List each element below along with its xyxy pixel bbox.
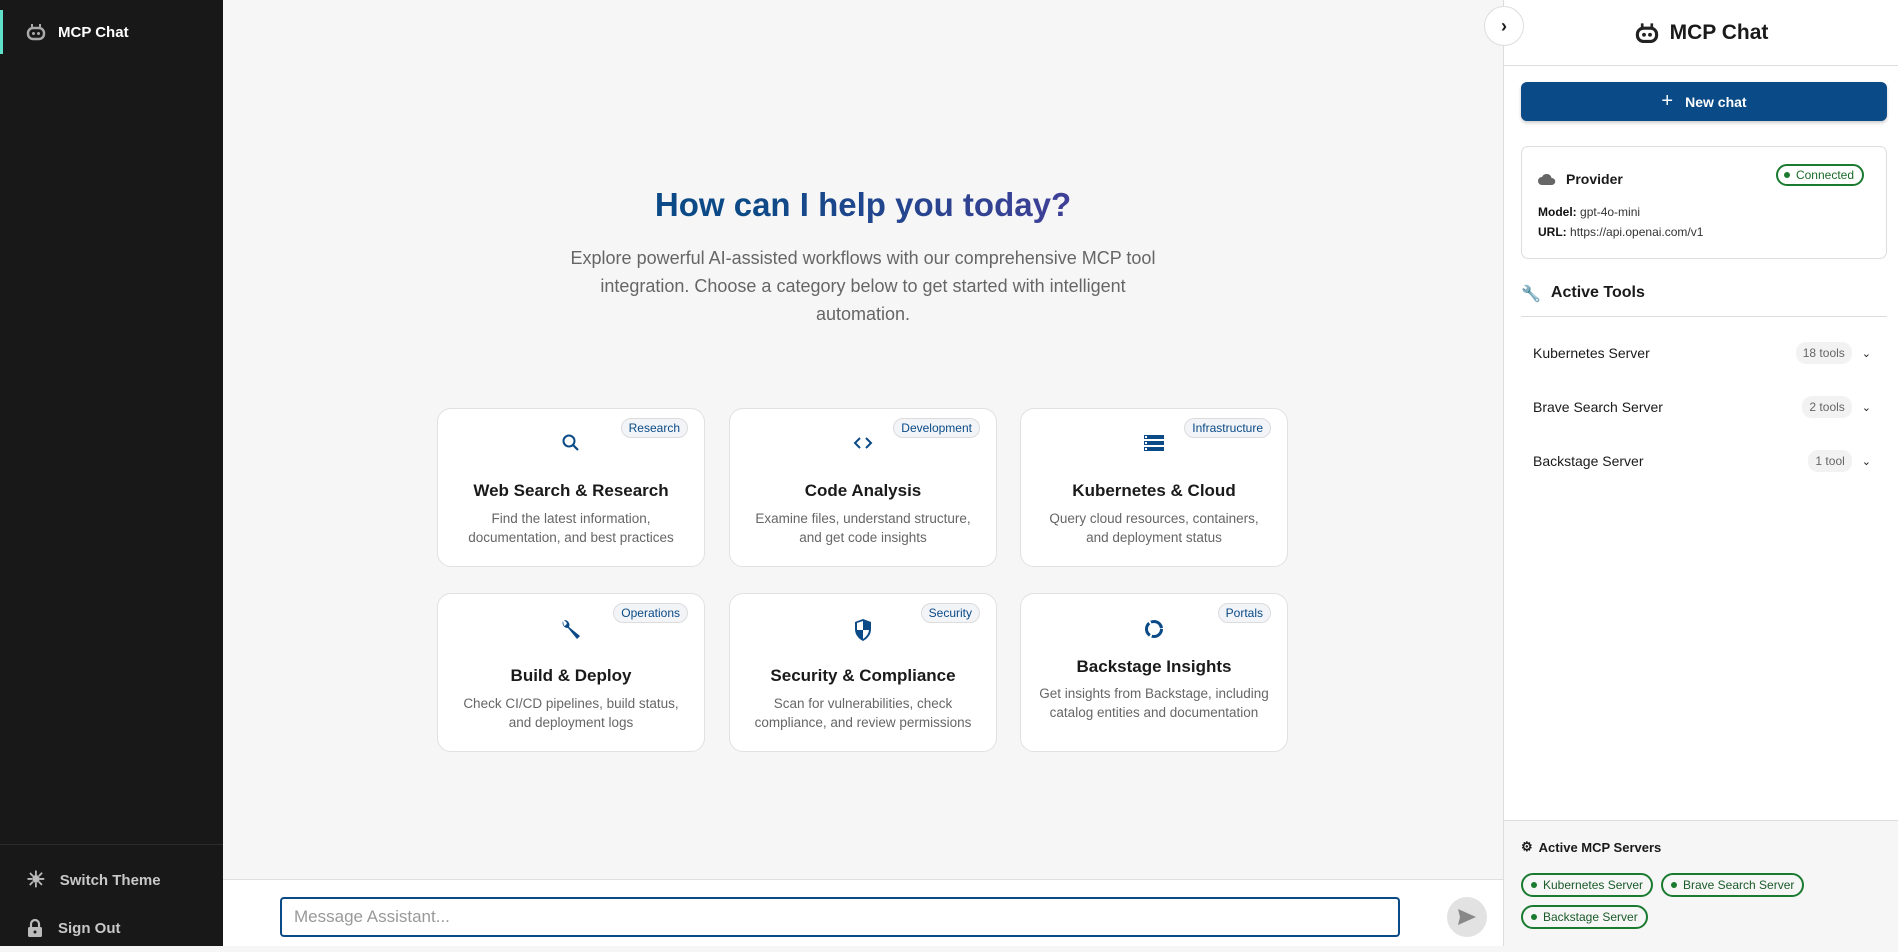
card-description: Find the latest information, documentati… [468, 511, 674, 545]
card-title: Code Analysis [804, 481, 922, 500]
wrench-icon: 🔧 [1521, 286, 1541, 303]
active-servers-section: ⚙ Active MCP Servers Kubernetes Server Bra… [1504, 820, 1898, 946]
collapse-panel-button[interactable]: › [1484, 6, 1524, 46]
server-chip-label: Backstage Server [1543, 910, 1638, 924]
robot-icon [26, 24, 46, 41]
sidebar-item-mcp-chat[interactable]: MCP Chat [0, 10, 223, 54]
sign-out-button[interactable]: Sign Out [0, 904, 223, 952]
backstage-icon [1021, 618, 1287, 642]
switch-theme-label: Switch Theme [59, 871, 161, 889]
tool-count-badge: 2 tools [1802, 396, 1852, 418]
category-card[interactable]: Infrastructure Kubernetes & Cloud Query cl… [1020, 408, 1288, 567]
server-chip: Brave Search Server [1661, 873, 1805, 897]
server-name: Kubernetes Server [1533, 345, 1650, 361]
url-value: https://api.openai.com/v1 [1570, 225, 1704, 239]
send-button[interactable] [1447, 897, 1487, 937]
tool-server-row[interactable]: Kubernetes Server 18 tools ⌄ [1533, 338, 1871, 368]
tool-server-row[interactable]: Backstage Server 1 tool ⌄ [1533, 446, 1871, 476]
search-icon [438, 433, 704, 457]
connected-label: Connected [1795, 168, 1854, 182]
server-chip: Kubernetes Server [1521, 873, 1654, 897]
server-name: Brave Search Server [1533, 399, 1663, 415]
cloud-icon [1538, 173, 1556, 185]
card-title: Security & Compliance [770, 666, 956, 685]
status-dot [1783, 172, 1790, 178]
chevron-down-icon[interactable]: ⌄ [1862, 455, 1871, 468]
page-subtitle: Explore powerful AI-assisted workflows w… [570, 248, 1156, 324]
category-card[interactable]: Development Code Analysis Examine files, u… [729, 408, 997, 567]
panel-title: MCP Chat [1669, 20, 1769, 44]
chevron-down-icon[interactable]: ⌄ [1862, 401, 1871, 414]
provider-card: Provider Connected Model: gpt-4o-mini UR… [1521, 146, 1887, 259]
sun-icon: ☀ [26, 867, 46, 892]
panel-header: MCP Chat [1504, 0, 1898, 66]
server-chip-label: Brave Search Server [1683, 878, 1795, 892]
right-panel: MCP Chat + New chat Provider Connected Mo… [1503, 0, 1898, 946]
new-chat-label: New chat [1685, 93, 1747, 110]
page-title: How can I help you today? [223, 186, 1503, 224]
category-card[interactable]: Operations Build & Deploy Check CI/CD pipe… [437, 593, 705, 752]
status-dot [1531, 882, 1537, 888]
card-description: Examine files, understand structure, and… [755, 511, 971, 545]
sign-out-label: Sign Out [58, 919, 121, 937]
model-value: gpt-4o-mini [1580, 205, 1641, 219]
switch-theme-button[interactable]: ☀ Switch Theme [0, 856, 223, 904]
chat-main: How can I help you today? Explore powerf… [223, 0, 1503, 946]
lock-icon [28, 918, 42, 937]
wrench-icon [438, 618, 704, 642]
card-title: Kubernetes & Cloud [1072, 481, 1236, 500]
active-tools-heading: 🔧 Active Tools [1521, 284, 1887, 317]
card-description: Check CI/CD pipelines, build status, and… [463, 696, 679, 730]
card-title: Web Search & Research [473, 481, 669, 500]
server-chip-label: Kubernetes Server [1543, 878, 1644, 892]
status-dot [1671, 882, 1677, 888]
robot-icon [1635, 22, 1658, 43]
category-card[interactable]: Portals Backstage Insights Get insights fr… [1020, 593, 1288, 752]
active-tools-label: Active Tools [1550, 284, 1645, 301]
connected-badge: Connected [1775, 164, 1864, 186]
status-dot [1531, 914, 1537, 920]
provider-label: Provider [1566, 171, 1623, 187]
card-title: Backstage Insights [1076, 657, 1232, 676]
left-sidebar: MCP Chat ☀ Switch Theme Sign Out [0, 0, 223, 946]
message-bar [223, 879, 1503, 946]
tool-count-badge: 1 tool [1808, 450, 1852, 472]
chip-icon: ⚙ [1521, 839, 1533, 854]
card-description: Query cloud resources, containers, and d… [1049, 511, 1259, 545]
tool-server-row[interactable]: Brave Search Server 2 tools ⌄ [1533, 392, 1871, 422]
chevron-down-icon[interactable]: ⌄ [1862, 347, 1871, 360]
new-chat-button[interactable]: + New chat [1521, 82, 1887, 121]
card-description: Scan for vulnerabilities, check complian… [754, 696, 972, 730]
category-card[interactable]: Research Web Search & Research Find the la… [437, 408, 705, 567]
model-row: Model: gpt-4o-mini [1538, 205, 1640, 219]
storage-icon [1021, 433, 1287, 457]
sidebar-item-label: MCP Chat [58, 23, 129, 41]
message-input[interactable] [280, 897, 1400, 937]
send-icon [1458, 909, 1476, 925]
category-card[interactable]: Security Security & Compliance Scan for vu… [729, 593, 997, 752]
url-row: URL: https://api.openai.com/v1 [1538, 225, 1703, 239]
active-servers-label: Active MCP Servers [1538, 839, 1662, 855]
url-label: URL: [1538, 225, 1567, 239]
card-description: Get insights from Backstage, including c… [1039, 686, 1269, 720]
server-name: Backstage Server [1533, 453, 1644, 469]
tool-count-badge: 18 tools [1795, 342, 1852, 364]
shield-icon [730, 618, 996, 642]
card-title: Build & Deploy [510, 666, 632, 685]
server-chip: Backstage Server [1521, 905, 1648, 929]
chevron-right-icon: › [1501, 15, 1507, 36]
plus-icon: + [1661, 90, 1674, 112]
code-icon [730, 433, 996, 457]
model-label: Model: [1538, 205, 1577, 219]
